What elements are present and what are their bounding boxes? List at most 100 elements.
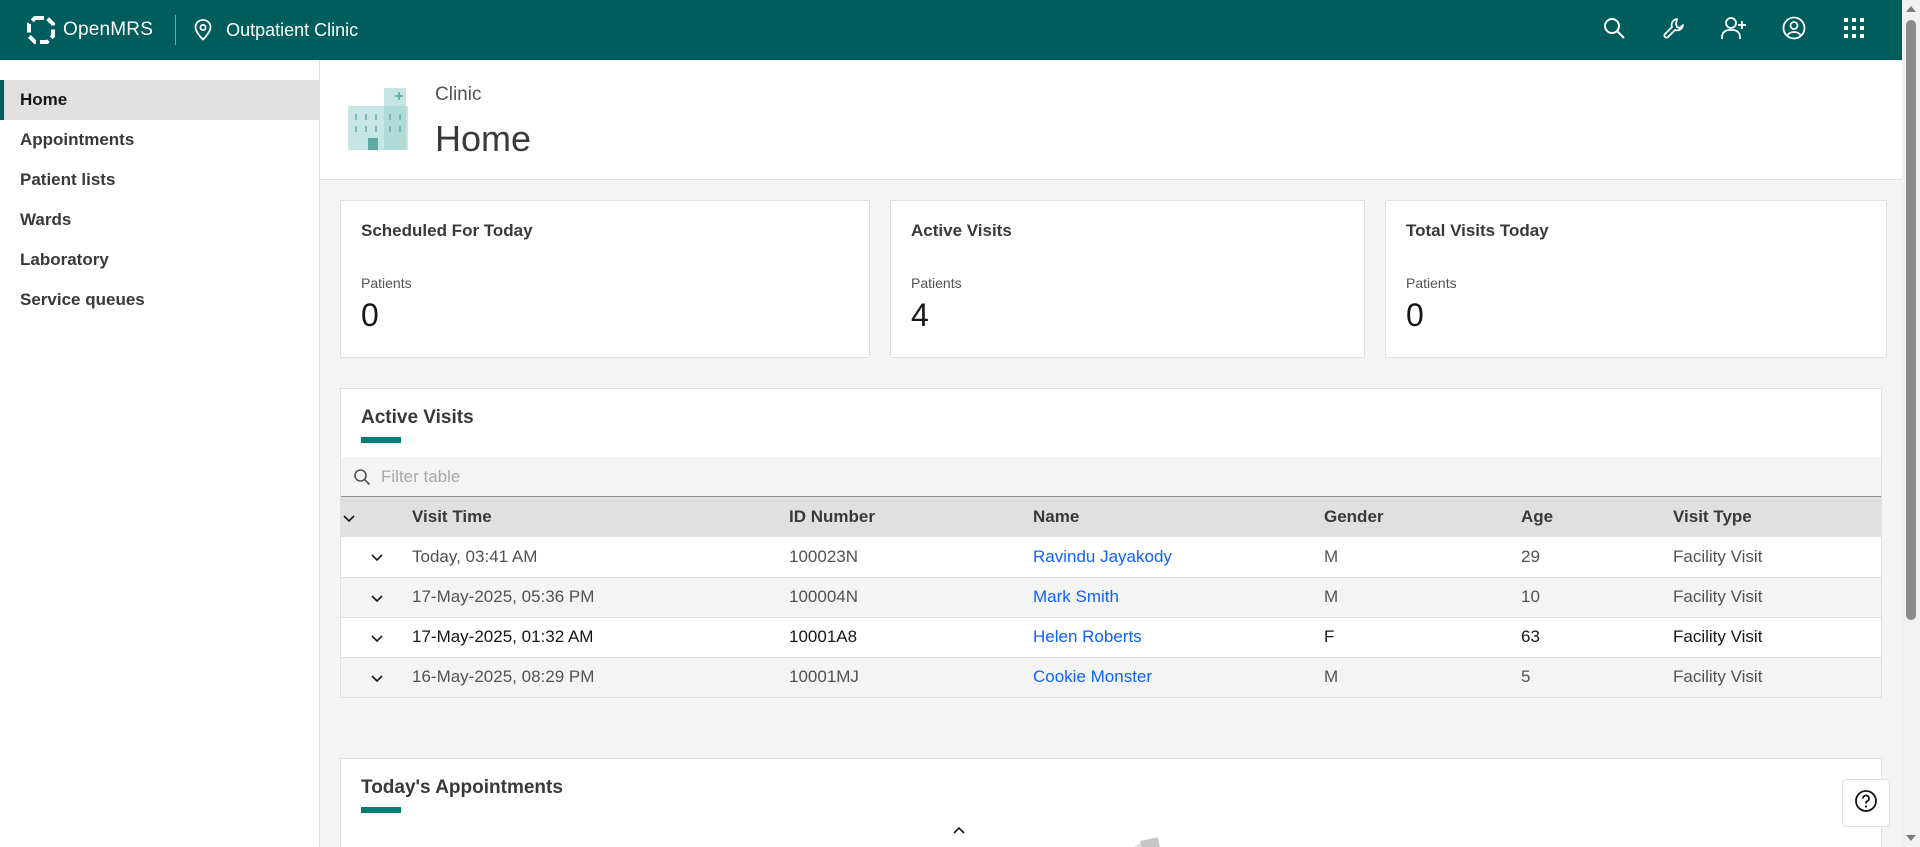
chevron-down-icon (370, 554, 383, 562)
table-row[interactable]: 16-May-2025, 08:29 PM 10001MJ Cookie Mon… (341, 657, 1881, 698)
patient-name-cell: Mark Smith (1033, 577, 1324, 618)
search-button[interactable] (1584, 0, 1644, 60)
column-header-gender[interactable]: Gender (1324, 497, 1521, 537)
expand-all-toggle[interactable] (341, 497, 412, 537)
sidebar-item-service-queues[interactable]: Service queues (0, 280, 319, 320)
id-number-cell: 100023N (789, 537, 1033, 578)
visit-type-cell: Facility Visit (1673, 577, 1881, 618)
user-avatar-icon (1782, 16, 1806, 45)
patient-name-link[interactable]: Helen Roberts (1033, 627, 1142, 646)
patient-name-link[interactable]: Cookie Monster (1033, 667, 1152, 686)
active-visits-table: Visit Time ID Number Name Gender Age Vis… (341, 497, 1881, 698)
table-filter (341, 457, 1881, 497)
page-header: Clinic Home (320, 60, 1902, 180)
column-header-id-number[interactable]: ID Number (789, 497, 1033, 537)
visit-time-cell: 17-May-2025, 01:32 AM (412, 617, 789, 658)
header-divider (175, 15, 177, 45)
heading-underline (361, 437, 401, 443)
id-number-cell: 10001A8 (789, 617, 1033, 658)
patient-name-link[interactable]: Mark Smith (1033, 587, 1119, 606)
age-cell: 29 (1521, 537, 1673, 578)
page-scrollbar[interactable] (1902, 0, 1920, 847)
metric-card-active-visits: Active Visits Patients 4 (890, 200, 1365, 358)
sidebar-item-appointments[interactable]: Appointments (0, 120, 319, 160)
heading-underline (361, 807, 401, 813)
gender-cell: M (1324, 537, 1521, 578)
chevron-down-icon (343, 514, 355, 522)
gender-cell: M (1324, 577, 1521, 618)
patient-name-cell: Cookie Monster (1033, 657, 1324, 698)
wrench-icon (1662, 16, 1686, 45)
metric-value: 0 (361, 297, 379, 333)
help-button[interactable] (1842, 779, 1890, 827)
patient-name-link[interactable]: Ravindu Jayakody (1033, 547, 1172, 566)
header-actions (1584, 0, 1884, 60)
active-visits-heading: Active Visits (361, 407, 474, 428)
search-icon (353, 468, 371, 486)
chevron-down-icon (370, 594, 383, 602)
visit-type-cell: Facility Visit (1673, 617, 1881, 658)
sidebar-item-wards[interactable]: Wards (0, 200, 319, 240)
brand[interactable]: OpenMRS (25, 0, 153, 60)
table-row[interactable]: 17-May-2025, 05:36 PM 100004N Mark Smith… (341, 577, 1881, 618)
top-navigation-bar: OpenMRS Outpatient Clinic (0, 0, 1902, 60)
scroll-up-arrow-icon[interactable] (1906, 6, 1916, 12)
system-admin-button[interactable] (1644, 0, 1704, 60)
gender-cell: F (1324, 617, 1521, 658)
row-expand-toggle[interactable] (341, 657, 412, 698)
visit-time-cell: Today, 03:41 AM (412, 537, 789, 578)
row-expand-toggle[interactable] (341, 617, 412, 658)
user-menu-button[interactable] (1764, 0, 1824, 60)
row-expand-toggle[interactable] (341, 577, 412, 618)
visit-type-cell: Facility Visit (1673, 657, 1881, 698)
openmrs-logo-icon (25, 14, 57, 46)
age-cell: 5 (1521, 657, 1673, 698)
metrics-row: Scheduled For Today Patients 0 Active Vi… (340, 200, 1887, 358)
clinic-building-icon (346, 86, 410, 150)
active-visits-card: Active Visits Visit Time ID Number Name … (340, 388, 1882, 698)
main-content: Clinic Home Scheduled For Today Patients… (320, 60, 1902, 847)
age-cell: 63 (1521, 617, 1673, 658)
column-header-name[interactable]: Name (1033, 497, 1324, 537)
todays-appointments-card: Today's Appointments (340, 758, 1882, 847)
help-icon (1854, 789, 1878, 818)
table-row[interactable]: 17-May-2025, 01:32 AM 10001A8 Helen Robe… (341, 617, 1881, 658)
location-name: Outpatient Clinic (226, 19, 359, 40)
app-switcher-icon (1843, 17, 1865, 44)
metric-label: Patients (1406, 275, 1457, 291)
sidebar-item-home[interactable]: Home (0, 80, 319, 120)
metric-title: Scheduled For Today (361, 221, 533, 240)
scroll-down-arrow-icon[interactable] (1906, 835, 1916, 841)
metric-label: Patients (361, 275, 412, 291)
page-subtitle: Clinic (435, 84, 482, 105)
search-icon (1602, 16, 1626, 45)
app-switcher-button[interactable] (1824, 0, 1884, 60)
chevron-down-icon (370, 674, 383, 682)
chevron-up-icon[interactable] (951, 823, 967, 839)
add-patient-button[interactable] (1704, 0, 1764, 60)
filter-table-input[interactable] (381, 466, 981, 487)
column-header-visit-type[interactable]: Visit Type (1673, 497, 1881, 537)
appointments-heading: Today's Appointments (361, 777, 563, 798)
patient-name-cell: Helen Roberts (1033, 617, 1324, 658)
metric-title: Total Visits Today (1406, 221, 1549, 240)
column-header-age[interactable]: Age (1521, 497, 1673, 537)
id-number-cell: 100004N (789, 577, 1033, 618)
scroll-thumb[interactable] (1906, 20, 1916, 620)
table-header-row: Visit Time ID Number Name Gender Age Vis… (341, 497, 1881, 537)
metric-value: 4 (911, 297, 929, 333)
visit-time-cell: 17-May-2025, 05:36 PM (412, 577, 789, 618)
table-row[interactable]: Today, 03:41 AM 100023N Ravindu Jayakody… (341, 537, 1881, 578)
metric-card-total-visits: Total Visits Today Patients 0 (1385, 200, 1887, 358)
row-expand-toggle[interactable] (341, 537, 412, 578)
empty-state-illustration-icon (1101, 829, 1171, 847)
add-user-icon (1721, 16, 1747, 45)
sidebar-item-laboratory[interactable]: Laboratory (0, 240, 319, 280)
sidebar-nav: Home Appointments Patient lists Wards La… (0, 80, 319, 320)
gender-cell: M (1324, 657, 1521, 698)
location-selector[interactable]: Outpatient Clinic (194, 19, 358, 41)
column-header-visit-time[interactable]: Visit Time (412, 497, 789, 537)
metric-title: Active Visits (911, 221, 1012, 240)
sidebar-item-patient-lists[interactable]: Patient lists (0, 160, 319, 200)
metric-value: 0 (1406, 297, 1424, 333)
